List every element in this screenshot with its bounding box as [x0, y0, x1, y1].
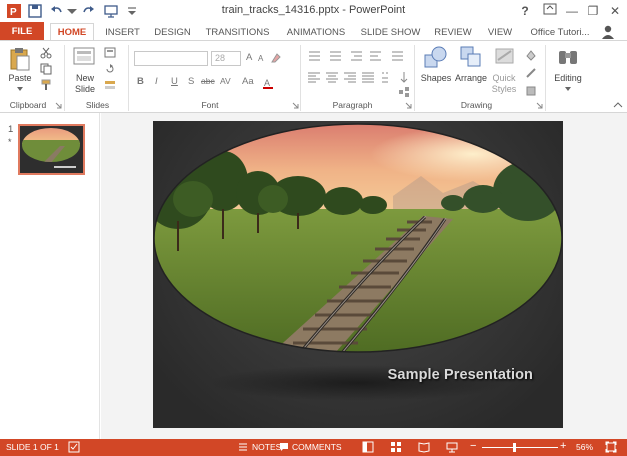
paste-dropdown-icon[interactable]: [16, 86, 24, 92]
strikethrough-button[interactable]: abc: [201, 76, 215, 86]
shape-effects-icon[interactable]: [525, 85, 537, 97]
zoom-slider-track[interactable]: [482, 447, 558, 448]
separator: [128, 45, 129, 111]
help-button[interactable]: ?: [516, 2, 534, 20]
tab-transitions[interactable]: TRANSITIONS: [200, 24, 275, 41]
svg-text:A: A: [264, 78, 270, 88]
quick-styles-icon[interactable]: [494, 45, 516, 69]
quick-styles-button[interactable]: Quick Styles: [488, 73, 520, 95]
slide-title-text[interactable]: Sample Presentation: [388, 367, 533, 383]
separator: [545, 45, 546, 111]
zoom-slider-thumb[interactable]: [513, 443, 516, 452]
separator: [414, 45, 415, 111]
arrange-button[interactable]: Arrange: [452, 73, 490, 84]
zoom-level[interactable]: 56%: [576, 442, 593, 452]
find-binoculars-icon[interactable]: [557, 47, 579, 67]
tab-file[interactable]: FILE: [0, 22, 44, 41]
shrink-font-button[interactable]: A: [258, 54, 263, 63]
font-name-input[interactable]: [134, 51, 208, 66]
tab-view[interactable]: VIEW: [482, 24, 518, 41]
paste-button[interactable]: Paste: [5, 73, 35, 84]
close-button[interactable]: ✕: [606, 2, 624, 20]
tab-review[interactable]: REVIEW: [428, 24, 478, 41]
clipboard-launcher-icon[interactable]: [55, 102, 62, 109]
editing-button[interactable]: Editing: [550, 73, 586, 84]
arrange-icon[interactable]: [459, 45, 483, 69]
zoom-out-button[interactable]: −: [470, 440, 476, 452]
tab-insert[interactable]: INSERT: [100, 24, 145, 41]
tab-animations[interactable]: ANIMATIONS: [280, 24, 352, 41]
spell-check-icon[interactable]: [68, 441, 81, 454]
editing-dropdown-icon[interactable]: [564, 86, 572, 92]
font-size-input[interactable]: 28: [211, 51, 241, 66]
thumbnail-number: 1: [8, 124, 14, 135]
minimize-button[interactable]: —: [563, 2, 581, 20]
drawing-group-label: Drawing: [460, 100, 493, 110]
separator: [300, 45, 301, 111]
notes-icon: [239, 443, 247, 451]
collapse-ribbon-icon[interactable]: [613, 101, 623, 109]
new-slide-button[interactable]: New Slide: [70, 73, 100, 95]
font-group-label: Font: [201, 100, 219, 110]
character-spacing-button[interactable]: AV: [220, 76, 231, 86]
paragraph-group-label: Paragraph: [332, 100, 373, 110]
smartart-icon[interactable]: [398, 86, 410, 98]
grow-font-button[interactable]: A: [246, 52, 252, 63]
text-direction-icon[interactable]: [398, 71, 410, 83]
text-shadow-button[interactable]: S: [188, 76, 194, 87]
comments-button[interactable]: COMMENTS: [292, 442, 342, 452]
shapes-button[interactable]: Shapes: [419, 73, 453, 84]
new-slide-icon[interactable]: [73, 47, 97, 69]
shape-outline-icon[interactable]: [525, 67, 537, 79]
tab-design[interactable]: DESIGN: [150, 24, 195, 41]
status-bar: SLIDE 1 OF 1 NOTES COMMENTS − + 56%: [0, 439, 627, 456]
slide-thumbnail-pane: 1 *: [0, 113, 100, 439]
restore-button[interactable]: ❐: [584, 2, 602, 20]
slide-sorter-view-icon[interactable]: [390, 441, 402, 453]
zoom-in-button[interactable]: +: [560, 440, 566, 452]
underline-button[interactable]: U: [171, 76, 178, 87]
current-slide[interactable]: Sample Presentation: [153, 121, 563, 428]
reading-view-icon[interactable]: [418, 441, 430, 453]
slide-editing-area: Sample Presentation: [101, 113, 627, 439]
paragraph-launcher-icon[interactable]: [405, 102, 412, 109]
ribbon-options-icon: [543, 3, 557, 15]
list-indent-icons[interactable]: [306, 49, 416, 63]
section-icon[interactable]: [104, 79, 116, 91]
font-color-icon[interactable]: A: [262, 77, 274, 89]
paste-icon[interactable]: [9, 47, 31, 71]
title-bar: P train_tracks_14316.pptx - PowerPoint ?…: [0, 0, 627, 22]
account-name[interactable]: Office Tutori...: [522, 24, 598, 41]
shape-fill-icon[interactable]: [525, 49, 537, 61]
thumbnail-preview-image: [20, 126, 83, 173]
slide-counter: SLIDE 1 OF 1: [6, 442, 59, 452]
thumbnail-animation-marker: *: [8, 137, 12, 147]
normal-view-icon[interactable]: [362, 441, 374, 453]
italic-button[interactable]: I: [155, 76, 158, 87]
shapes-icon[interactable]: [423, 45, 449, 69]
format-painter-icon[interactable]: [40, 79, 52, 91]
slide-thumbnail[interactable]: [18, 124, 85, 175]
ribbon-home: Paste Clipboard New Slide Slides 28 A A …: [0, 40, 627, 113]
drawing-launcher-icon[interactable]: [536, 102, 543, 109]
notes-button[interactable]: NOTES: [252, 442, 281, 452]
separator: [64, 45, 65, 111]
ribbon-tabs: FILE HOME INSERT DESIGN TRANSITIONS ANIM…: [0, 22, 627, 42]
slides-group-label: Slides: [85, 100, 110, 110]
font-launcher-icon[interactable]: [292, 102, 299, 109]
ribbon-display-options-button[interactable]: [541, 2, 559, 20]
copy-icon[interactable]: [40, 63, 52, 75]
clear-formatting-icon[interactable]: [270, 52, 282, 64]
tab-slide-show[interactable]: SLIDE SHOW: [357, 24, 424, 41]
bold-button[interactable]: B: [137, 76, 144, 87]
comments-icon: [280, 443, 288, 451]
fit-slide-icon[interactable]: [605, 441, 617, 453]
cut-icon[interactable]: [40, 47, 52, 59]
reset-icon[interactable]: [104, 63, 116, 75]
slide-show-view-icon[interactable]: [446, 441, 458, 453]
clipboard-group-label: Clipboard: [9, 100, 47, 110]
change-case-button[interactable]: Aa: [242, 76, 254, 87]
user-avatar-icon[interactable]: [600, 24, 616, 40]
layout-icon[interactable]: [104, 47, 116, 59]
